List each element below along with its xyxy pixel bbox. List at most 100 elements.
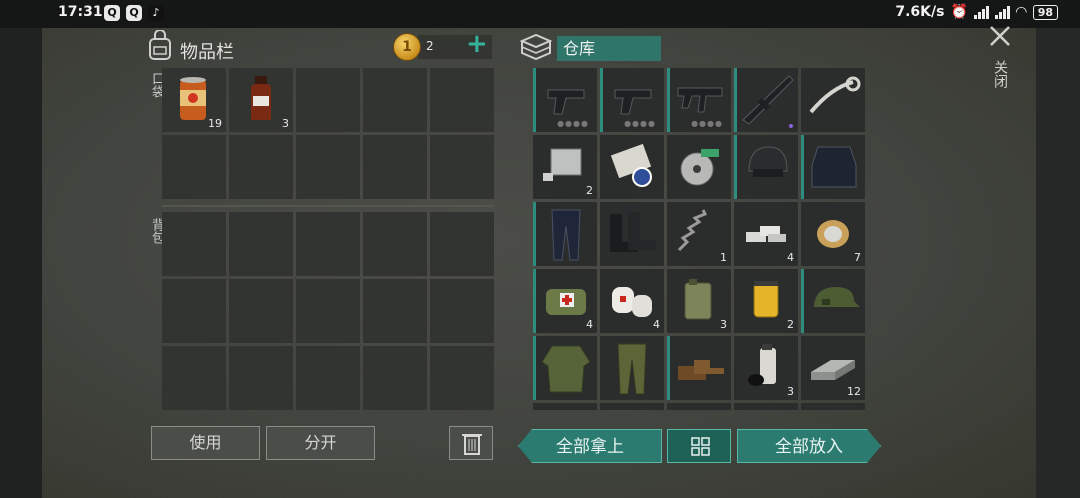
network-speed: 7.6K/s bbox=[895, 4, 945, 20]
backpack-slot-empty[interactable] bbox=[363, 279, 427, 343]
camo-pants-icon bbox=[617, 343, 647, 395]
warehouse-slot-bandages[interactable]: 4 bbox=[600, 269, 664, 333]
backpack-slot-empty[interactable] bbox=[229, 346, 293, 410]
right-edge bbox=[1036, 28, 1080, 498]
warehouse-slot-filter[interactable]: 2 bbox=[734, 269, 798, 333]
warehouse-slot-camo-jacket[interactable] bbox=[533, 336, 597, 400]
backpack-slot-empty[interactable] bbox=[363, 346, 427, 410]
take-all-button[interactable]: 全部拿上 bbox=[518, 429, 662, 463]
warehouse-slot[interactable] bbox=[533, 403, 597, 410]
pocket-slot-empty[interactable] bbox=[363, 135, 427, 199]
split-button[interactable]: 分开 bbox=[266, 426, 375, 460]
backpack-slot-empty[interactable] bbox=[430, 212, 494, 276]
warehouse-slot-spring[interactable]: 1 bbox=[667, 202, 731, 266]
section-divider bbox=[162, 205, 494, 207]
backpack-slot-empty[interactable] bbox=[229, 279, 293, 343]
trash-button[interactable] bbox=[449, 426, 493, 460]
pocket-slot-canned-food[interactable]: 19 bbox=[162, 68, 226, 132]
warehouse-slot-saw-blade[interactable] bbox=[667, 135, 731, 199]
warehouse-slot-medic-bag[interactable]: 4 bbox=[533, 269, 597, 333]
warehouse-slot-stickers[interactable] bbox=[600, 135, 664, 199]
pocket-slot-medicine-bottle[interactable]: 3 bbox=[229, 68, 293, 132]
pocket-slot-empty[interactable] bbox=[430, 135, 494, 199]
helmet-icon bbox=[748, 146, 788, 177]
warehouse-slot[interactable] bbox=[600, 403, 664, 410]
pocket-slot-empty[interactable] bbox=[229, 135, 293, 199]
warehouse-slot-jerrycan[interactable]: 3 bbox=[667, 269, 731, 333]
warehouse-slot[interactable] bbox=[801, 403, 865, 410]
pocket-slot-empty[interactable] bbox=[363, 68, 427, 132]
warehouse-slot[interactable] bbox=[667, 403, 731, 410]
warehouse-slot-shoes[interactable] bbox=[667, 336, 731, 400]
backpack-slot-empty[interactable] bbox=[363, 212, 427, 276]
grid-icon bbox=[691, 437, 710, 456]
signal-icon bbox=[994, 5, 1010, 19]
backpack-slot-empty[interactable] bbox=[296, 212, 360, 276]
warehouse-slot-boots[interactable] bbox=[600, 202, 664, 266]
warehouse-slot-wire-spool[interactable]: 7 bbox=[801, 202, 865, 266]
backpack-slot-empty[interactable] bbox=[296, 346, 360, 410]
backpack-slot-empty[interactable] bbox=[430, 346, 494, 410]
warehouse-slot-pistol[interactable]: ●●●● bbox=[600, 68, 664, 132]
backpack-slot-empty[interactable] bbox=[162, 279, 226, 343]
battery-icon: 98 bbox=[1032, 4, 1058, 20]
left-edge bbox=[0, 28, 42, 498]
backpack-slot-empty[interactable] bbox=[296, 279, 360, 343]
backpack-grid bbox=[162, 212, 494, 410]
tiktok-icon: ♪ bbox=[148, 5, 164, 21]
warehouse-slot-engine-part[interactable]: 2 bbox=[533, 135, 597, 199]
warehouse-slot[interactable] bbox=[734, 403, 798, 410]
armor-vest-icon bbox=[811, 146, 857, 188]
backpack-slot-empty[interactable] bbox=[430, 279, 494, 343]
warehouse-slot-camo-cap[interactable] bbox=[801, 269, 865, 333]
warehouse-slot-metal-ingot[interactable]: 12 bbox=[801, 336, 865, 400]
wifi-icon: ◠ bbox=[1015, 4, 1027, 20]
signal-icon bbox=[973, 5, 989, 19]
pocket-slot-empty[interactable] bbox=[430, 68, 494, 132]
use-button[interactable]: 使用 bbox=[151, 426, 260, 460]
pocket-slot-empty[interactable] bbox=[296, 68, 360, 132]
sort-grid-button[interactable] bbox=[667, 429, 731, 463]
qq-icon: Q bbox=[104, 5, 120, 21]
put-all-button[interactable]: 全部放入 bbox=[737, 429, 881, 463]
backpack-slot-empty[interactable] bbox=[162, 346, 226, 410]
inventory-title: 物品栏 bbox=[180, 42, 234, 63]
shoes-icon bbox=[678, 360, 724, 380]
add-coins-button[interactable]: + bbox=[466, 31, 488, 57]
warehouse-grid: ●●●● ●●●● ●●●● 2 1 4 7 4 4 3 2 3 12 bbox=[533, 68, 865, 410]
backpack-slot-empty[interactable] bbox=[229, 212, 293, 276]
saw-blade-icon bbox=[680, 149, 719, 186]
storage-boxes-icon bbox=[519, 33, 553, 61]
warehouse-slot-helmet[interactable] bbox=[734, 135, 798, 199]
close-icon[interactable] bbox=[988, 24, 1012, 48]
coin-count: 2 bbox=[426, 39, 434, 53]
handlebar-icon bbox=[809, 76, 861, 114]
warehouse-slot-metal-bars[interactable]: 4 bbox=[734, 202, 798, 266]
warehouse-scroll-area[interactable]: ●●●● ●●●● ●●●● 2 1 4 7 4 4 3 2 3 12 bbox=[533, 68, 865, 410]
alarm-icon: ⏰ bbox=[950, 4, 968, 20]
warehouse-slot-handlebar[interactable] bbox=[801, 68, 865, 132]
assault-rifle-icon bbox=[742, 75, 794, 125]
camo-jacket-icon bbox=[541, 345, 591, 393]
tactical-pants-icon bbox=[551, 209, 581, 261]
warehouse-slot-armor-vest[interactable] bbox=[801, 135, 865, 199]
warehouse-slot-pistol[interactable]: ●●●● bbox=[533, 68, 597, 132]
warehouse-slot-smg[interactable]: ●●●● bbox=[667, 68, 731, 132]
warehouse-slot-assault-rifle[interactable] bbox=[734, 68, 798, 132]
pocket-slot-empty[interactable] bbox=[162, 135, 226, 199]
backpack-icon bbox=[149, 30, 171, 60]
backpack-slot-empty[interactable] bbox=[162, 212, 226, 276]
warehouse-slot-tactical-pants[interactable] bbox=[533, 202, 597, 266]
stickers-icon bbox=[610, 143, 652, 187]
warehouse-slot-spray-can[interactable]: 3 bbox=[734, 336, 798, 400]
clock: 17:31 bbox=[58, 4, 103, 20]
qq-icon: Q bbox=[126, 5, 142, 21]
boots-icon bbox=[610, 212, 656, 252]
status-bar: 17:31 Q Q ♪ 7.6K/s ⏰ ◠ 98 bbox=[0, 0, 1080, 28]
close-label[interactable]: 关闭 bbox=[990, 60, 1010, 88]
pocket-slot-empty[interactable] bbox=[296, 135, 360, 199]
coin-icon: 1 bbox=[393, 33, 421, 61]
camo-cap-icon bbox=[814, 287, 860, 307]
warehouse-slot-camo-pants[interactable] bbox=[600, 336, 664, 400]
trash-icon bbox=[462, 434, 482, 455]
